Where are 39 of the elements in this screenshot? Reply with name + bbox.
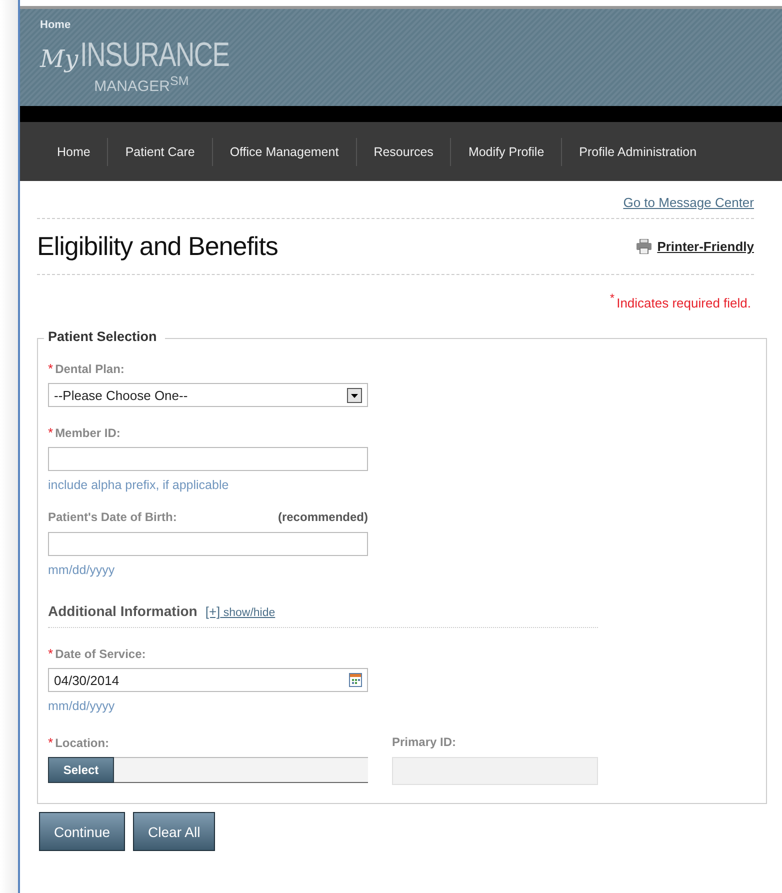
field-label: Member ID: — [55, 426, 122, 440]
field-hint: mm/dd/yyyy — [48, 563, 116, 578]
required-mark: * — [48, 735, 54, 750]
panel-legend: Patient Selection — [44, 329, 165, 344]
input-field[interactable] — [48, 532, 368, 556]
nav-item[interactable]: Modify Profile — [451, 144, 562, 158]
calendar-icon[interactable] — [349, 673, 362, 688]
form-button[interactable]: Clear All — [133, 812, 216, 852]
form-button[interactable]: Continue — [39, 812, 126, 852]
logo-text: INSURANCE — [80, 37, 230, 73]
logo-subtext: MANAGER$^{SM}$ — [94, 73, 190, 95]
required-mark: * — [48, 425, 54, 440]
field-hint: mm/dd/yyyy — [48, 699, 116, 714]
field-label: Date of Service: — [55, 647, 147, 662]
printer-icon — [636, 239, 652, 254]
field-label: Location: — [55, 736, 110, 750]
nav-item[interactable]: Resources — [356, 144, 450, 158]
required-mark: * — [48, 646, 54, 662]
nav-item[interactable]: Office Management — [212, 144, 356, 158]
select-button[interactable]: Select — [48, 757, 114, 784]
nav-item[interactable]: Profile Administration — [562, 144, 714, 158]
required-mark: * — [48, 361, 54, 376]
field-hint: include alpha prefix, if applicable — [48, 478, 230, 492]
section-heading: Additional Information — [48, 603, 198, 620]
date-field[interactable]: 04/30/2014 — [48, 668, 368, 692]
field-label: Primary ID: — [392, 735, 458, 750]
field-label: Patient's Date of Birth: — [48, 510, 178, 524]
printer-friendly-link[interactable]: Printer-Friendly — [657, 239, 754, 254]
nav-item[interactable]: Home — [40, 144, 108, 158]
show-hide-link[interactable]: [+] show/hide — [205, 604, 276, 620]
page-title: Eligibility and Benefits — [37, 231, 279, 262]
input-field[interactable] — [48, 447, 368, 472]
dental-plan-select[interactable]: --Please Choose One-- — [48, 383, 368, 408]
message-center-link[interactable]: Go to Message Center — [623, 195, 754, 210]
field-label: Dental Plan: — [55, 362, 126, 376]
logo-script-text: My — [40, 45, 78, 73]
nav-item[interactable]: Patient Care — [108, 144, 212, 158]
home-link[interactable]: Home — [40, 19, 71, 31]
field-note: (recommended) — [278, 510, 368, 524]
